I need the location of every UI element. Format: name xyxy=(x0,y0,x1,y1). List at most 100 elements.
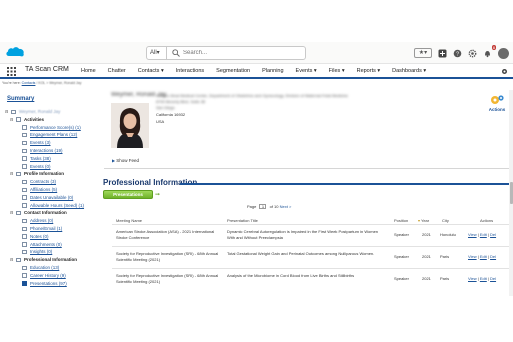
tree-item[interactable]: Contracts (3) xyxy=(4,178,100,186)
add-icon[interactable] xyxy=(438,49,447,58)
tree-item-label[interactable]: Attachments (0) xyxy=(30,242,62,247)
chevron-down-icon[interactable]: ▾ xyxy=(422,68,426,74)
search-input[interactable] xyxy=(183,48,303,58)
tree-checkbox[interactable] xyxy=(22,218,27,224)
nav-item-contacts[interactable]: Contacts ▾ xyxy=(131,64,170,79)
nav-item-files[interactable]: Files ▾ xyxy=(323,64,351,79)
nav-item-chatter[interactable]: Chatter xyxy=(102,64,132,79)
tree-checkbox[interactable] xyxy=(22,125,27,130)
nav-item-interactions[interactable]: Interactions xyxy=(170,64,210,79)
row-action-view[interactable]: View xyxy=(468,254,477,259)
tree-checkbox[interactable] xyxy=(22,249,27,255)
nav-item-events[interactable]: Events ▾ xyxy=(290,64,323,79)
help-icon[interactable]: ? xyxy=(453,49,462,58)
tree-item[interactable]: Phone/Email (1) xyxy=(4,225,100,233)
nav-item-home[interactable]: Home xyxy=(75,64,102,79)
row-action-view[interactable]: View xyxy=(468,276,477,281)
salesforce-logo-icon[interactable] xyxy=(5,45,25,59)
tree-item[interactable]: Events (3) xyxy=(4,139,100,147)
pager-next-link[interactable]: Next > xyxy=(280,204,292,209)
nav-item-reports[interactable]: Reports ▾ xyxy=(351,64,387,79)
nav-item-segmentation[interactable]: Segmentation xyxy=(210,64,256,79)
nav-item-planning[interactable]: Planning xyxy=(256,64,289,79)
tree-item[interactable]: Career History (9) xyxy=(4,272,100,280)
col-position[interactable]: Position xyxy=(394,218,408,223)
collapse-toggle-icon[interactable]: ⊟ xyxy=(10,257,14,262)
tree-root-label[interactable]: Weymer, Ronald Jay xyxy=(19,109,60,114)
tree-item-label[interactable]: Dates Unavailable (0) xyxy=(30,195,73,200)
show-feed-toggle[interactable]: ▶ Show Feed xyxy=(112,158,139,163)
tree-checkbox[interactable] xyxy=(22,140,27,146)
tree-checkbox[interactable] xyxy=(22,187,27,193)
tree-item-label[interactable]: Presentations (97) xyxy=(30,281,67,286)
chevron-down-icon[interactable]: ▾ xyxy=(312,68,317,74)
user-avatar[interactable] xyxy=(498,47,509,59)
tree-item[interactable]: Events (0) xyxy=(4,163,100,171)
tree-checkbox[interactable] xyxy=(22,132,27,138)
tree-item-label[interactable]: Affiliations (5) xyxy=(30,187,57,192)
tree-item-label[interactable]: Education (13) xyxy=(30,265,59,270)
breadcrumb-contacts-link[interactable]: Contacts xyxy=(22,81,36,85)
search-scope-dropdown[interactable]: All▾ xyxy=(147,47,167,59)
tree-checkbox[interactable] xyxy=(22,156,27,161)
tree-checkbox[interactable] xyxy=(11,109,16,115)
actions-menu[interactable]: Actions xyxy=(486,94,508,112)
tree-checkbox[interactable] xyxy=(22,242,27,247)
nav-item-dashboards[interactable]: Dashboards ▾ xyxy=(386,64,432,79)
tree-item[interactable]: Tasks (38) xyxy=(4,155,100,163)
row-action-del[interactable]: Del xyxy=(490,254,496,259)
favorites-star-icon[interactable]: ★▾ xyxy=(414,48,432,58)
tree-checkbox[interactable] xyxy=(16,210,21,216)
presentations-tab[interactable]: Presentations xyxy=(103,190,153,199)
tree-item[interactable]: Interactions (19) xyxy=(4,147,100,155)
row-action-view[interactable]: View xyxy=(468,232,477,237)
collapse-toggle-icon[interactable]: ⊟ xyxy=(5,109,9,114)
tree-item-label[interactable]: Interactions (19) xyxy=(30,148,63,153)
tree-item-label[interactable]: Tasks (38) xyxy=(30,156,51,161)
tree-checkbox[interactable] xyxy=(22,164,27,169)
tree-checkbox[interactable] xyxy=(22,148,27,154)
global-search[interactable]: All▾ xyxy=(146,46,306,60)
tree-item-label[interactable]: Notes (0) xyxy=(30,234,49,239)
tree-checkbox[interactable] xyxy=(22,273,27,278)
tree-item-label[interactable]: Contracts (3) xyxy=(30,179,56,184)
page-scrollbar-thumb[interactable] xyxy=(509,182,513,204)
tree-item-label[interactable]: Events (0) xyxy=(30,164,51,169)
app-launcher-icon[interactable] xyxy=(7,67,16,76)
tree-item-label[interactable]: Address (0) xyxy=(30,218,53,223)
tree-item-label[interactable]: Career History (9) xyxy=(30,273,66,278)
tree-item[interactable]: Notes (0) xyxy=(4,233,100,241)
tree-item-label[interactable]: Insights (0) xyxy=(30,249,52,254)
tree-item-label[interactable]: Allowable Hours (Seed) (1) xyxy=(30,203,84,208)
tree-item[interactable]: Presentations (97) xyxy=(4,280,100,288)
collapse-toggle-icon[interactable]: ⊟ xyxy=(10,117,14,122)
tree-item[interactable]: Dates Unavailable (0) xyxy=(4,194,100,202)
tree-checkbox[interactable] xyxy=(16,117,21,122)
tree-checkbox[interactable] xyxy=(22,195,27,200)
row-action-edit[interactable]: Edit xyxy=(480,276,487,281)
tree-item-label[interactable]: Events (3) xyxy=(30,140,51,145)
tree-checkbox[interactable] xyxy=(22,281,27,286)
tree-item[interactable]: Insights (0) xyxy=(4,248,100,256)
page-number-input[interactable]: 1 xyxy=(259,204,267,209)
tree-item[interactable]: Attachments (0) xyxy=(4,241,100,249)
setup-gear-icon[interactable] xyxy=(468,49,477,58)
tree-checkbox[interactable] xyxy=(16,257,21,263)
tree-item[interactable]: Education (13) xyxy=(4,264,100,272)
row-action-edit[interactable]: Edit xyxy=(480,232,487,237)
tree-checkbox[interactable] xyxy=(22,226,27,232)
tree-checkbox[interactable] xyxy=(22,203,27,208)
tree-item[interactable]: Allowable Hours (Seed) (1) xyxy=(4,202,100,210)
chevron-down-icon[interactable]: ▾ xyxy=(159,68,164,74)
collapse-toggle-icon[interactable]: ⊟ xyxy=(10,211,14,215)
tree-item-label[interactable]: Engagement Plans (12) xyxy=(30,132,77,137)
nav-settings-icon[interactable] xyxy=(501,68,508,75)
row-action-del[interactable]: Del xyxy=(490,276,496,281)
chevron-down-icon[interactable]: ▾ xyxy=(376,68,380,74)
row-action-edit[interactable]: Edit xyxy=(480,254,487,259)
chevron-down-icon[interactable]: ▾ xyxy=(340,68,345,74)
tree-checkbox[interactable] xyxy=(16,171,21,177)
summary-link[interactable]: Summary xyxy=(7,96,34,102)
col-year[interactable]: Year xyxy=(418,218,429,223)
collapse-toggle-icon[interactable]: ⊟ xyxy=(10,172,14,176)
